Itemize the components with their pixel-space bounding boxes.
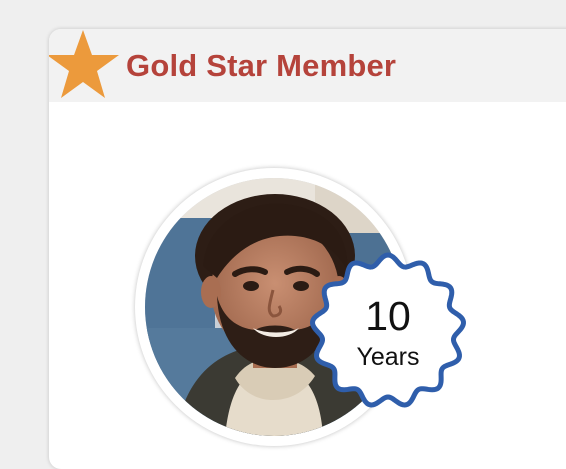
card-header: Gold Star Member bbox=[49, 29, 566, 102]
member-title: Gold Star Member bbox=[126, 48, 397, 83]
member-card: Gold Star Member 10 Years bbox=[49, 29, 566, 469]
tenure-number: 10 bbox=[365, 293, 411, 339]
star-icon bbox=[49, 30, 119, 98]
tenure-unit: Years bbox=[356, 343, 420, 371]
years-badge: 10 Years bbox=[306, 249, 470, 413]
